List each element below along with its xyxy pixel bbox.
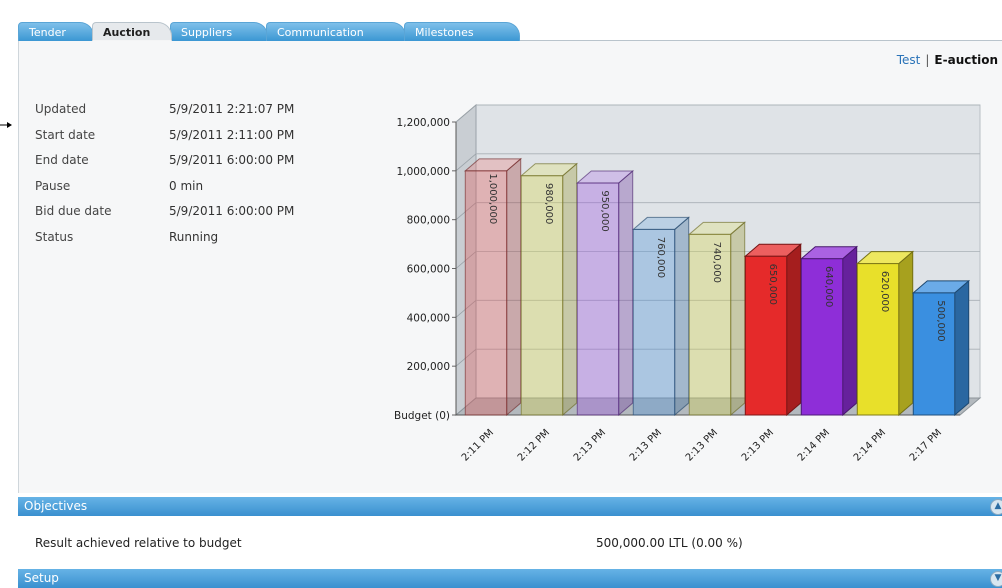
bar-value-label: 650,000 xyxy=(767,264,778,305)
setup-header[interactable]: Setup ▼ xyxy=(18,569,1002,588)
setup-title: Setup xyxy=(24,571,59,585)
x-tick-label: 2:13 PM xyxy=(628,427,664,463)
bar xyxy=(464,170,508,416)
objectives-header[interactable]: Objectives ▲ xyxy=(18,497,1002,516)
bar-side xyxy=(674,216,690,417)
tab-tender[interactable]: Tender xyxy=(18,22,94,41)
info-value: 5/9/2011 6:00:00 PM xyxy=(169,204,295,218)
bar-value-label: 640,000 xyxy=(823,266,834,307)
tab-suppliers[interactable]: Suppliers xyxy=(170,22,268,41)
bar xyxy=(632,228,676,416)
objective-value: 500,000.00 LTL (0.00 %) xyxy=(596,536,743,550)
x-tick-label: 2:11 PM xyxy=(460,427,496,463)
test-link[interactable]: Test xyxy=(897,53,921,67)
bar-value-label: 1,000,000 xyxy=(487,173,498,224)
x-tick-label: 2:14 PM xyxy=(852,427,888,463)
bar-side xyxy=(730,221,746,417)
bar xyxy=(856,263,900,416)
tab-milestones[interactable]: Milestones xyxy=(404,22,520,41)
y-tick-label: 400,000 xyxy=(407,312,450,324)
bar xyxy=(520,175,564,416)
y-tick-label: Budget (0) xyxy=(394,410,450,422)
collapse-icon[interactable]: ▲ xyxy=(990,499,1002,515)
arrow-right-icon xyxy=(0,122,12,128)
info-key: End date xyxy=(35,153,89,167)
info-value: 0 min xyxy=(169,178,204,193)
bar-side xyxy=(786,243,802,417)
bar-side xyxy=(954,279,970,417)
tab-bar: Tender Auction Suppliers Communication M… xyxy=(0,0,1002,42)
bar-value-label: 950,000 xyxy=(599,190,610,231)
bar-value-label: 500,000 xyxy=(935,300,946,341)
info-key: Updated xyxy=(35,102,87,116)
x-tick-label: 2:13 PM xyxy=(684,427,720,463)
tab-auction[interactable]: Auction xyxy=(92,22,172,41)
bid-chart: Budget (0) 200,000 400,000 600,000 800,000 1,… xyxy=(394,103,982,464)
bar xyxy=(576,182,620,416)
x-tick-label: 2:12 PM xyxy=(516,427,552,463)
info-value: 5/9/2011 2:21:07 PM xyxy=(169,102,295,116)
x-tick-label: 2:14 PM xyxy=(796,427,832,463)
bar xyxy=(688,233,732,416)
bar-value-label: 620,000 xyxy=(879,271,890,312)
header-links: Test | E-auction xyxy=(897,53,998,67)
y-tick-label: 200,000 xyxy=(407,361,450,373)
info-value: 5/9/2011 6:00:00 PM xyxy=(169,153,295,167)
y-tick-label: 600,000 xyxy=(407,264,450,276)
bar-side xyxy=(898,250,914,417)
objective-label: Result achieved relative to budget xyxy=(35,536,242,550)
bar-side xyxy=(506,157,522,417)
bar xyxy=(800,258,844,416)
y-tick-label: 1,000,000 xyxy=(397,166,450,178)
objectives-title: Objectives xyxy=(24,499,88,513)
e-auction-label: E-auction xyxy=(934,53,998,67)
x-tick-label: 2:13 PM xyxy=(740,427,776,463)
y-tick-label: 1,200,000 xyxy=(397,117,450,129)
bar-side xyxy=(618,169,634,417)
tab-communication[interactable]: Communication xyxy=(266,22,406,41)
info-key: Status xyxy=(35,229,74,244)
bar-value-label: 760,000 xyxy=(655,237,666,278)
info-value: 5/9/2011 2:11:00 PM xyxy=(169,127,295,142)
link-separator: | xyxy=(925,53,930,67)
bar-value-label: 740,000 xyxy=(711,242,722,283)
info-key: Start date xyxy=(35,127,96,142)
bar-side xyxy=(562,162,578,417)
bar-side xyxy=(842,245,858,417)
bar xyxy=(744,255,788,416)
info-key: Pause xyxy=(35,178,71,193)
info-key: Bid due date xyxy=(35,204,112,218)
bar-value-label: 980,000 xyxy=(543,183,554,224)
bar xyxy=(912,292,956,416)
objectives-row: Result achieved relative to budget 500,0… xyxy=(18,516,1002,566)
x-tick-label: 2:17 PM xyxy=(908,427,944,463)
x-tick-label: 2:13 PM xyxy=(572,427,608,463)
y-tick-label: 800,000 xyxy=(407,215,450,227)
info-value: Running xyxy=(169,229,219,244)
expand-icon[interactable]: ▼ xyxy=(990,571,1002,587)
